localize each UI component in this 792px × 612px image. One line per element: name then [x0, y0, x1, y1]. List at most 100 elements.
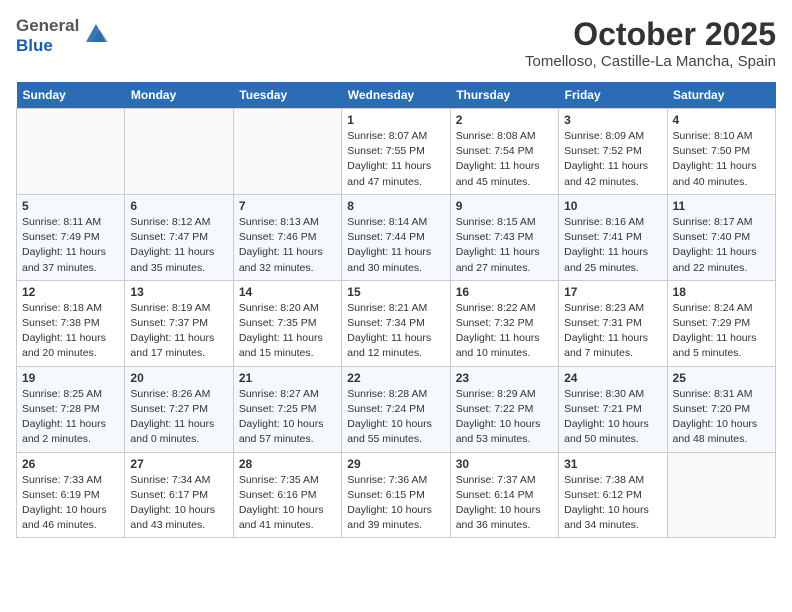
day-info: Sunrise: 7:33 AMSunset: 6:19 PMDaylight:… — [22, 473, 119, 534]
day-number: 24 — [564, 371, 661, 385]
calendar-cell — [667, 452, 775, 538]
weekday-header-wednesday: Wednesday — [342, 82, 450, 109]
month-title: October 2025 — [525, 16, 776, 53]
calendar-cell: 10Sunrise: 8:16 AMSunset: 7:41 PMDayligh… — [559, 194, 667, 280]
weekday-header-row: SundayMondayTuesdayWednesdayThursdayFrid… — [17, 82, 776, 109]
weekday-header-tuesday: Tuesday — [233, 82, 341, 109]
day-number: 28 — [239, 457, 336, 471]
day-info: Sunrise: 8:21 AMSunset: 7:34 PMDaylight:… — [347, 301, 444, 362]
day-number: 9 — [456, 199, 553, 213]
calendar-cell: 19 Sunrise: 8:25 AMSunset: 7:28 PMDayligh… — [17, 366, 125, 452]
calendar-cell: 11Sunrise: 8:17 AMSunset: 7:40 PMDayligh… — [667, 194, 775, 280]
day-info: Sunrise: 7:35 AMSunset: 6:16 PMDaylight:… — [239, 473, 336, 534]
day-number: 11 — [673, 199, 770, 213]
day-number: 21 — [239, 371, 336, 385]
title-block: October 2025 Tomelloso, Castille-La Manc… — [525, 16, 776, 70]
day-info: Sunrise: 7:37 AMSunset: 6:14 PMDaylight:… — [456, 473, 553, 534]
weekday-header-sunday: Sunday — [17, 82, 125, 109]
calendar-cell: 12Sunrise: 8:18 AMSunset: 7:38 PMDayligh… — [17, 280, 125, 366]
calendar-week-row: 26 Sunrise: 7:33 AMSunset: 6:19 PMDayligh… — [17, 452, 776, 538]
calendar-cell: 5 Sunrise: 8:11 AMSunset: 7:49 PMDaylight… — [17, 194, 125, 280]
weekday-header-thursday: Thursday — [450, 82, 558, 109]
calendar-week-row: 1 Sunrise: 8:07 AMSunset: 7:55 PMDaylight… — [17, 109, 776, 195]
day-number: 3 — [564, 113, 661, 127]
calendar-cell: 6 Sunrise: 8:12 AMSunset: 7:47 PMDaylight… — [125, 194, 233, 280]
day-info: Sunrise: 8:18 AMSunset: 7:38 PMDaylight:… — [22, 301, 119, 362]
calendar-cell: 14Sunrise: 8:20 AMSunset: 7:35 PMDayligh… — [233, 280, 341, 366]
day-info: Sunrise: 8:12 AMSunset: 7:47 PMDaylight:… — [130, 215, 227, 276]
calendar-cell: 4Sunrise: 8:10 AMSunset: 7:50 PMDaylight… — [667, 109, 775, 195]
day-info: Sunrise: 8:24 AMSunset: 7:29 PMDaylight:… — [673, 301, 770, 362]
calendar-cell: 17Sunrise: 8:23 AMSunset: 7:31 PMDayligh… — [559, 280, 667, 366]
day-info: Sunrise: 8:26 AMSunset: 7:27 PMDaylight:… — [130, 387, 227, 448]
calendar-cell: 9 Sunrise: 8:15 AMSunset: 7:43 PMDaylight… — [450, 194, 558, 280]
day-info: Sunrise: 8:11 AMSunset: 7:49 PMDaylight:… — [22, 215, 119, 276]
page-header: General Blue October 2025 Tomelloso, Cas… — [16, 16, 776, 70]
calendar-table: SundayMondayTuesdayWednesdayThursdayFrid… — [16, 82, 776, 538]
calendar-cell: 22 Sunrise: 8:28 AMSunset: 7:24 PMDayligh… — [342, 366, 450, 452]
day-number: 31 — [564, 457, 661, 471]
calendar-cell: 1 Sunrise: 8:07 AMSunset: 7:55 PMDaylight… — [342, 109, 450, 195]
day-info: Sunrise: 8:29 AMSunset: 7:22 PMDaylight:… — [456, 387, 553, 448]
day-number: 13 — [130, 285, 227, 299]
calendar-cell: 26 Sunrise: 7:33 AMSunset: 6:19 PMDayligh… — [17, 452, 125, 538]
weekday-header-friday: Friday — [559, 82, 667, 109]
day-info: Sunrise: 8:15 AMSunset: 7:43 PMDaylight:… — [456, 215, 553, 276]
day-number: 1 — [347, 113, 444, 127]
day-info: Sunrise: 8:09 AMSunset: 7:52 PMDaylight:… — [564, 129, 661, 190]
day-number: 26 — [22, 457, 119, 471]
day-number: 17 — [564, 285, 661, 299]
day-number: 29 — [347, 457, 444, 471]
calendar-week-row: 12Sunrise: 8:18 AMSunset: 7:38 PMDayligh… — [17, 280, 776, 366]
logo-general: General — [16, 16, 79, 36]
day-number: 8 — [347, 199, 444, 213]
calendar-week-row: 5 Sunrise: 8:11 AMSunset: 7:49 PMDaylight… — [17, 194, 776, 280]
calendar-cell: 2 Sunrise: 8:08 AMSunset: 7:54 PMDaylight… — [450, 109, 558, 195]
day-number: 6 — [130, 199, 227, 213]
day-info: Sunrise: 7:38 AMSunset: 6:12 PMDaylight:… — [564, 473, 661, 534]
day-info: Sunrise: 8:25 AMSunset: 7:28 PMDaylight:… — [22, 387, 119, 448]
day-info: Sunrise: 8:10 AMSunset: 7:50 PMDaylight:… — [673, 129, 770, 190]
day-info: Sunrise: 8:31 AMSunset: 7:20 PMDaylight:… — [673, 387, 770, 448]
day-number: 16 — [456, 285, 553, 299]
location: Tomelloso, Castille-La Mancha, Spain — [525, 53, 776, 70]
day-number: 2 — [456, 113, 553, 127]
calendar-cell: 23 Sunrise: 8:29 AMSunset: 7:22 PMDayligh… — [450, 366, 558, 452]
day-number: 22 — [347, 371, 444, 385]
day-number: 10 — [564, 199, 661, 213]
day-number: 23 — [456, 371, 553, 385]
calendar-cell: 21 Sunrise: 8:27 AMSunset: 7:25 PMDayligh… — [233, 366, 341, 452]
day-number: 27 — [130, 457, 227, 471]
day-info: Sunrise: 8:30 AMSunset: 7:21 PMDaylight:… — [564, 387, 661, 448]
calendar-cell: 27Sunrise: 7:34 AMSunset: 6:17 PMDayligh… — [125, 452, 233, 538]
calendar-cell: 24 Sunrise: 8:30 AMSunset: 7:21 PMDayligh… — [559, 366, 667, 452]
calendar-cell: 13 Sunrise: 8:19 AMSunset: 7:37 PMDayligh… — [125, 280, 233, 366]
day-number: 19 — [22, 371, 119, 385]
day-info: Sunrise: 8:27 AMSunset: 7:25 PMDaylight:… — [239, 387, 336, 448]
calendar-cell: 28 Sunrise: 7:35 AMSunset: 6:16 PMDayligh… — [233, 452, 341, 538]
day-info: Sunrise: 8:14 AMSunset: 7:44 PMDaylight:… — [347, 215, 444, 276]
calendar-week-row: 19 Sunrise: 8:25 AMSunset: 7:28 PMDayligh… — [17, 366, 776, 452]
day-number: 20 — [130, 371, 227, 385]
day-info: Sunrise: 8:28 AMSunset: 7:24 PMDaylight:… — [347, 387, 444, 448]
day-number: 18 — [673, 285, 770, 299]
day-info: Sunrise: 8:19 AMSunset: 7:37 PMDaylight:… — [130, 301, 227, 362]
logo: General Blue — [16, 16, 110, 55]
calendar-cell: 15Sunrise: 8:21 AMSunset: 7:34 PMDayligh… — [342, 280, 450, 366]
calendar-cell: 3 Sunrise: 8:09 AMSunset: 7:52 PMDaylight… — [559, 109, 667, 195]
calendar-cell: 29Sunrise: 7:36 AMSunset: 6:15 PMDayligh… — [342, 452, 450, 538]
day-number: 5 — [22, 199, 119, 213]
calendar-cell: 30Sunrise: 7:37 AMSunset: 6:14 PMDayligh… — [450, 452, 558, 538]
weekday-header-monday: Monday — [125, 82, 233, 109]
weekday-header-saturday: Saturday — [667, 82, 775, 109]
calendar-cell — [233, 109, 341, 195]
calendar-cell — [125, 109, 233, 195]
calendar-cell: 20 Sunrise: 8:26 AMSunset: 7:27 PMDayligh… — [125, 366, 233, 452]
calendar-cell: 8 Sunrise: 8:14 AMSunset: 7:44 PMDaylight… — [342, 194, 450, 280]
day-info: Sunrise: 8:07 AMSunset: 7:55 PMDaylight:… — [347, 129, 444, 190]
day-info: Sunrise: 8:22 AMSunset: 7:32 PMDaylight:… — [456, 301, 553, 362]
calendar-cell: 16 Sunrise: 8:22 AMSunset: 7:32 PMDayligh… — [450, 280, 558, 366]
day-info: Sunrise: 8:08 AMSunset: 7:54 PMDaylight:… — [456, 129, 553, 190]
day-info: Sunrise: 8:13 AMSunset: 7:46 PMDaylight:… — [239, 215, 336, 276]
calendar-cell — [17, 109, 125, 195]
